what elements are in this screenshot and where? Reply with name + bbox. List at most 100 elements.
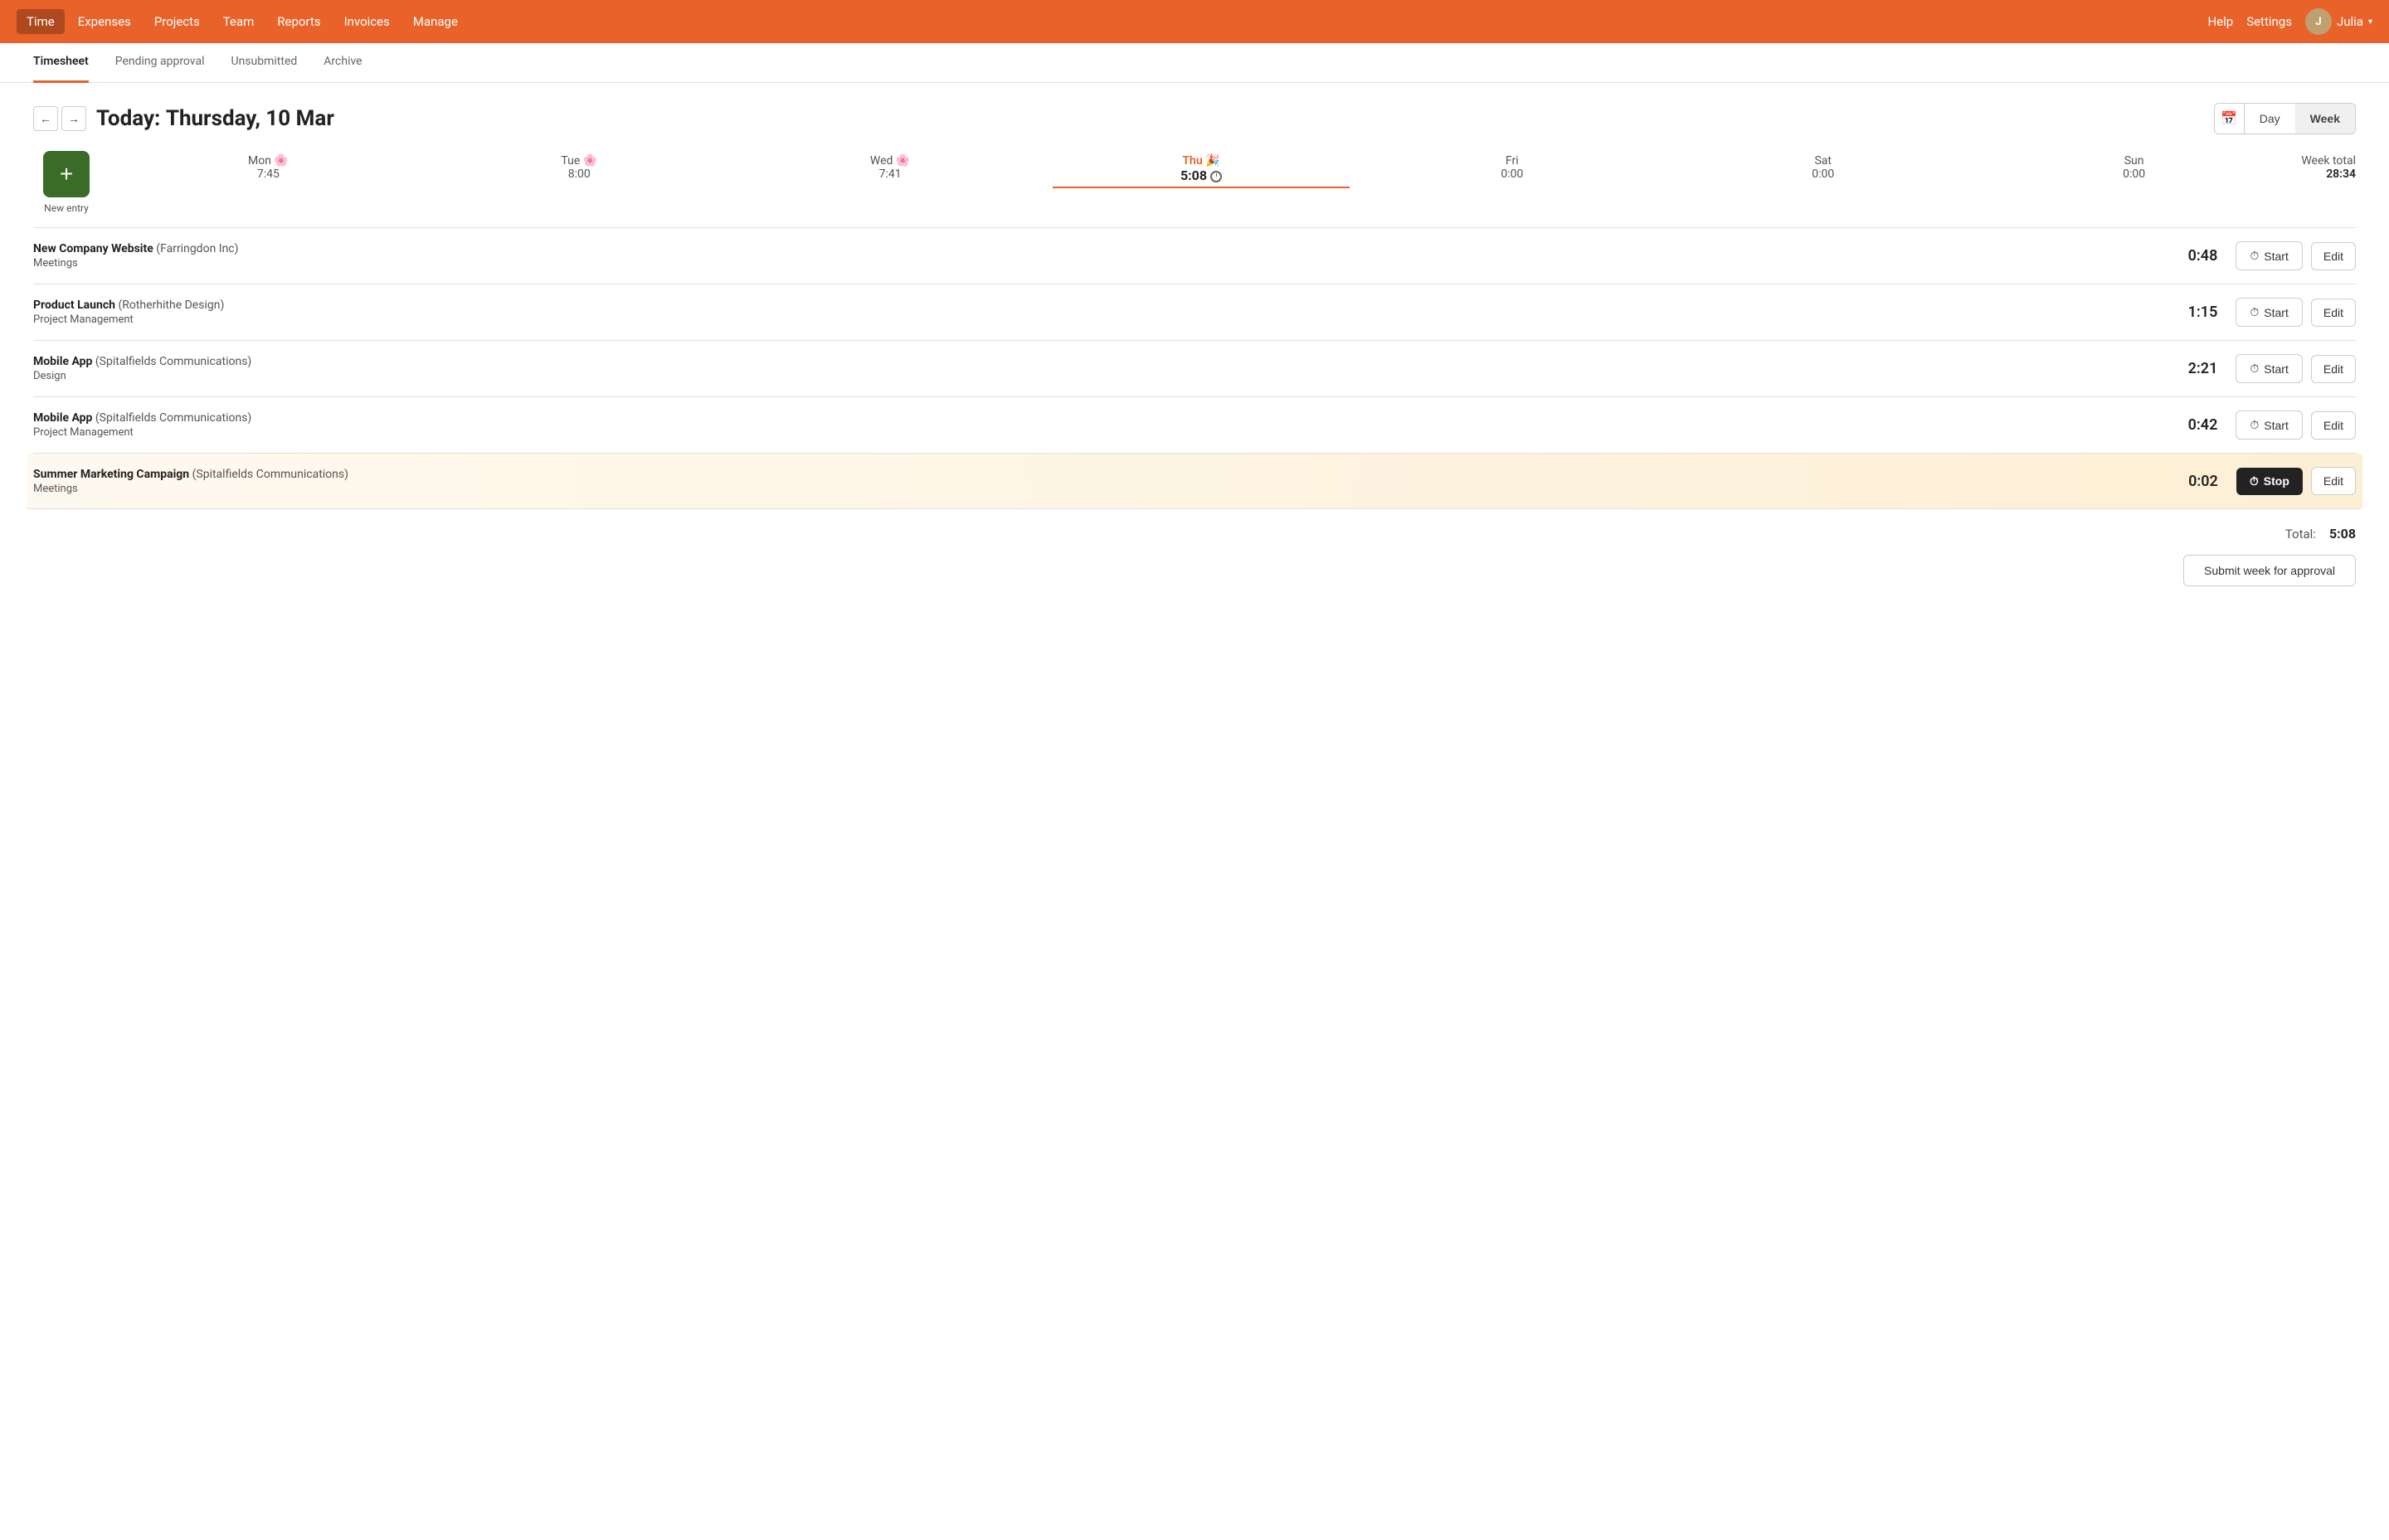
start-button[interactable]: ⏱ Start bbox=[2236, 241, 2303, 270]
prev-week-button[interactable]: ← bbox=[33, 106, 58, 131]
entry-project-line: New Company Website (Farringdon Inc) bbox=[33, 242, 2176, 255]
new-entry-label: New entry bbox=[44, 202, 89, 214]
edit-button[interactable]: Edit bbox=[2311, 355, 2356, 383]
entries-list: New Company Website (Farringdon Inc) Meet… bbox=[33, 227, 2356, 509]
nav-item-time[interactable]: Time bbox=[17, 9, 65, 34]
day-col-tue[interactable]: Tue 🌸8:00 bbox=[424, 151, 735, 192]
start-button[interactable]: ⏱ Start bbox=[2236, 298, 2303, 327]
nav-right: Help Settings J Julia ▾ bbox=[2207, 8, 2372, 35]
day-col-thu[interactable]: Thu 🎉5:08 bbox=[1046, 151, 1357, 192]
entry-client: (Spitalfields Communications) bbox=[189, 468, 348, 481]
nav-items: TimeExpensesProjectsTeamReportsInvoicesM… bbox=[17, 9, 468, 34]
new-entry-button[interactable]: + bbox=[43, 151, 90, 197]
nav-item-projects[interactable]: Projects bbox=[144, 9, 210, 34]
day-view-button[interactable]: Day bbox=[2245, 104, 2295, 134]
week-section: + New entry Mon 🌸7:45Tue 🌸8:00Wed 🌸7:41T… bbox=[33, 151, 2356, 214]
nav-item-team[interactable]: Team bbox=[213, 9, 265, 34]
day-hours-fri: 0:00 bbox=[1501, 168, 1523, 181]
day-name-mon: Mon 🌸 bbox=[248, 154, 289, 168]
table-row-entry2: Product Launch (Rotherhithe Design)Proje… bbox=[33, 284, 2356, 341]
week-total: Week total 28:34 bbox=[2289, 151, 2356, 184]
entry-info-entry1: New Company Website (Farringdon Inc)Meet… bbox=[33, 242, 2176, 270]
tab-timesheet[interactable]: Timesheet bbox=[33, 43, 89, 83]
clock-icon: ⏱ bbox=[2250, 474, 2259, 488]
nav-item-invoices[interactable]: Invoices bbox=[334, 9, 400, 34]
entry-project: Summer Marketing Campaign bbox=[33, 468, 189, 481]
week-total-label: Week total bbox=[2301, 154, 2356, 168]
edit-button[interactable]: Edit bbox=[2311, 299, 2356, 327]
start-button[interactable]: ⏱ Start bbox=[2236, 354, 2303, 383]
edit-button[interactable]: Edit bbox=[2311, 411, 2356, 440]
user-name: Julia bbox=[2337, 14, 2363, 29]
day-hours-thu: 5:08 bbox=[1180, 168, 1222, 183]
tab-unsubmitted[interactable]: Unsubmitted bbox=[231, 43, 298, 83]
entry-time: 0:42 bbox=[2176, 416, 2217, 434]
entry-client: (Spitalfields Communications) bbox=[92, 411, 251, 425]
day-col-sat[interactable]: Sat0:00 bbox=[1667, 151, 1978, 192]
nav-item-reports[interactable]: Reports bbox=[267, 9, 330, 34]
entry-actions-entry1: 0:48 ⏱ Start Edit bbox=[2176, 241, 2356, 270]
nav-item-manage[interactable]: Manage bbox=[403, 9, 468, 34]
date-nav-arrows: ← → bbox=[33, 106, 86, 131]
day-hours-sun: 0:00 bbox=[2123, 168, 2145, 181]
main-content: ← → Today: Thursday, 10 Mar 📅 Day Week +… bbox=[0, 83, 2389, 626]
day-name-sun: Sun bbox=[2124, 154, 2144, 168]
total-value: 5:08 bbox=[2329, 526, 2356, 542]
submit-row: Submit week for approval bbox=[33, 555, 2356, 606]
table-row-entry3: Mobile App (Spitalfields Communications)… bbox=[33, 341, 2356, 397]
entry-task: Project Management bbox=[33, 426, 2176, 439]
day-col-mon[interactable]: Mon 🌸7:45 bbox=[113, 151, 424, 192]
day-hours-wed: 7:41 bbox=[879, 168, 902, 181]
edit-button[interactable]: Edit bbox=[2311, 467, 2356, 495]
entry-time: 2:21 bbox=[2176, 360, 2217, 377]
entry-time: 1:15 bbox=[2176, 304, 2217, 321]
view-toggle: 📅 Day Week bbox=[2214, 103, 2356, 134]
clock-icon bbox=[1210, 171, 1222, 182]
start-button[interactable]: ⏱ Start bbox=[2236, 411, 2303, 440]
entry-actions-entry4: 0:42 ⏱ Start Edit bbox=[2176, 411, 2356, 440]
stop-button[interactable]: ⏱ Stop bbox=[2236, 468, 2303, 495]
day-col-fri[interactable]: Fri0:00 bbox=[1356, 151, 1667, 192]
day-col-sun[interactable]: Sun0:00 bbox=[1978, 151, 2289, 192]
day-col-wed[interactable]: Wed 🌸7:41 bbox=[735, 151, 1046, 192]
today-date: Thursday, 10 Mar bbox=[166, 106, 334, 131]
entry-time: 0:02 bbox=[2177, 473, 2218, 490]
settings-link[interactable]: Settings bbox=[2246, 14, 2292, 29]
day-name-wed: Wed 🌸 bbox=[870, 154, 910, 168]
clock-icon: ⏱ bbox=[2250, 305, 2259, 319]
entry-project-line: Product Launch (Rotherhithe Design) bbox=[33, 299, 2176, 312]
nav-item-expenses[interactable]: Expenses bbox=[68, 9, 141, 34]
day-name-thu: Thu 🎉 bbox=[1182, 154, 1219, 168]
submit-week-button[interactable]: Submit week for approval bbox=[2183, 555, 2356, 586]
user-menu[interactable]: J Julia ▾ bbox=[2305, 8, 2372, 35]
table-row-entry5: Summer Marketing Campaign (Spitalfields … bbox=[27, 454, 2362, 509]
entry-task: Meetings bbox=[33, 483, 2177, 495]
entry-project: Mobile App bbox=[33, 411, 92, 425]
tab-items: Timesheet Pending approval Unsubmitted Arch… bbox=[33, 43, 362, 83]
day-name-sat: Sat bbox=[1814, 154, 1832, 168]
tab-archive[interactable]: Archive bbox=[324, 43, 362, 83]
page-title: Today: Thursday, 10 Mar bbox=[96, 106, 334, 131]
week-total-value: 28:34 bbox=[2326, 168, 2356, 181]
tab-pending[interactable]: Pending approval bbox=[115, 43, 205, 83]
calendar-icon-button[interactable]: 📅 bbox=[2215, 104, 2245, 134]
main-nav: TimeExpensesProjectsTeamReportsInvoicesM… bbox=[0, 0, 2389, 43]
edit-button[interactable]: Edit bbox=[2311, 242, 2356, 270]
entry-info-entry3: Mobile App (Spitalfields Communications)… bbox=[33, 355, 2176, 382]
entry-actions-entry2: 1:15 ⏱ Start Edit bbox=[2176, 298, 2356, 327]
entry-client: (Farringdon Inc) bbox=[153, 242, 239, 255]
week-view-button[interactable]: Week bbox=[2295, 104, 2355, 134]
header-row: ← → Today: Thursday, 10 Mar 📅 Day Week bbox=[33, 103, 2356, 134]
today-prefix: Today: bbox=[96, 106, 160, 131]
entry-time: 0:48 bbox=[2176, 247, 2217, 265]
day-hours-mon: 7:45 bbox=[257, 168, 280, 181]
total-row: Total: 5:08 bbox=[33, 509, 2356, 555]
day-name-tue: Tue 🌸 bbox=[561, 154, 597, 168]
entry-client: (Rotherhithe Design) bbox=[115, 299, 224, 312]
chevron-down-icon: ▾ bbox=[2368, 17, 2372, 27]
entry-project-line: Summer Marketing Campaign (Spitalfields … bbox=[33, 468, 2177, 481]
table-row-entry4: Mobile App (Spitalfields Communications)… bbox=[33, 397, 2356, 454]
help-link[interactable]: Help bbox=[2207, 14, 2233, 29]
entry-project: New Company Website bbox=[33, 242, 153, 255]
next-week-button[interactable]: → bbox=[61, 106, 86, 131]
